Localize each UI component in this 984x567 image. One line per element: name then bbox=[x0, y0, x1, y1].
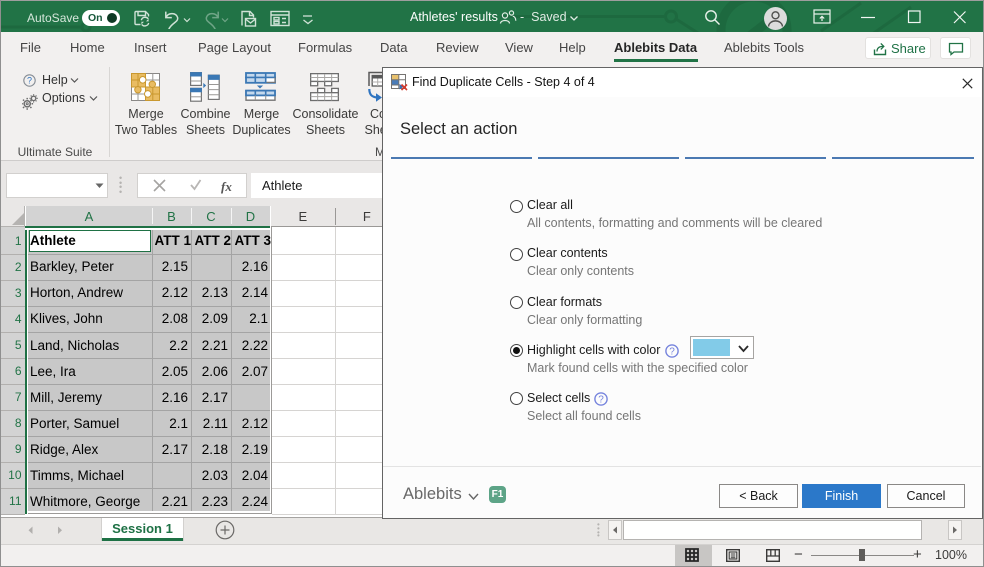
svg-text:?: ? bbox=[27, 76, 32, 86]
svg-text:fx: fx bbox=[221, 179, 232, 194]
